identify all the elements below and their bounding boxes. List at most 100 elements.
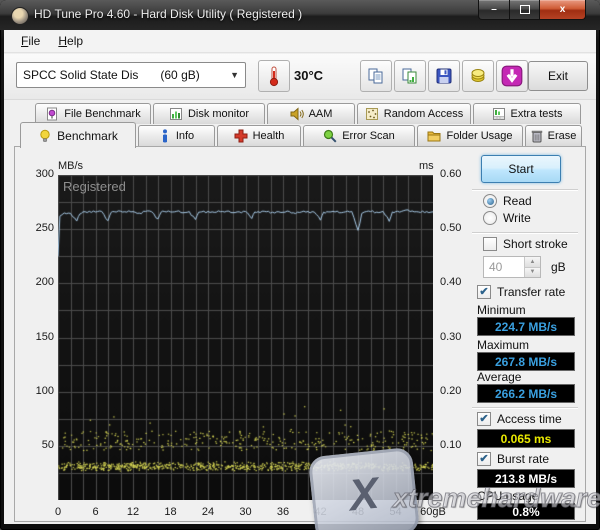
access-time-value: 0.065 ms [477, 429, 575, 448]
download-button[interactable] [496, 60, 528, 92]
benchmark-chart [58, 175, 433, 500]
download-icon [501, 65, 523, 87]
minimize-button[interactable]: – [478, 0, 510, 20]
y-right-tick: 0.50 [440, 222, 462, 235]
close-button[interactable]: x [540, 0, 586, 20]
registered-watermark: Registered [63, 179, 126, 194]
tab-label: AAM [308, 108, 333, 120]
menu-help[interactable]: Help [49, 31, 92, 51]
random-access-icon [365, 108, 378, 120]
tab-folder-usage[interactable]: Folder Usage [417, 125, 523, 146]
y-left-tick: 100 [35, 384, 54, 397]
read-radio[interactable]: Read [483, 194, 532, 208]
radio-icon [483, 194, 497, 208]
x-tick: 48 [351, 506, 365, 518]
folder-icon [427, 131, 441, 142]
x-tick: 42 [314, 506, 327, 518]
y-right-tick: 0.40 [440, 276, 462, 289]
burst-rate-value: 213.8 MB/s [477, 469, 575, 488]
tab-label: Error Scan [342, 130, 395, 142]
menu-bar: File Help [4, 30, 596, 53]
tab-label: Random Access [383, 108, 464, 120]
y-left-tick: 300 [35, 168, 54, 180]
tab-health[interactable]: Health [217, 125, 301, 146]
write-label: Write [503, 211, 531, 225]
copy-text-button[interactable] [360, 60, 392, 92]
y-left-tick: 200 [35, 276, 54, 289]
transfer-rate-label: Transfer rate [497, 285, 566, 299]
menu-file[interactable]: File [12, 31, 49, 51]
x-tick: 60gB [420, 506, 446, 518]
tab-label: Benchmark [57, 128, 118, 143]
spinner-up-button[interactable]: ▲ [525, 257, 540, 268]
write-radio[interactable]: Write [483, 211, 531, 225]
down-arrow-icon: ▼ [529, 269, 536, 276]
tab-extra-tests[interactable]: Extra tests [473, 103, 581, 124]
tab-label: File Benchmark [64, 108, 141, 120]
x-tick: 12 [126, 506, 140, 518]
average-label: Average [477, 370, 522, 384]
short-stroke-label: Short stroke [503, 237, 568, 251]
tab-disk-monitor[interactable]: Disk monitor [153, 103, 265, 124]
app-icon [11, 7, 29, 25]
maximize-icon [519, 5, 530, 14]
checkbox-icon: ✔ [477, 452, 491, 466]
copy-screenshot-icon [402, 68, 417, 84]
temperature-button[interactable] [258, 60, 290, 92]
tab-file-benchmark[interactable]: File Benchmark [35, 103, 151, 124]
x-tick: 24 [201, 506, 215, 518]
tab-error-scan[interactable]: Error Scan [303, 125, 415, 146]
tab-erase[interactable]: Erase [525, 125, 582, 146]
y-left-tick: 50 [41, 438, 54, 451]
tab-label: Extra tests [510, 108, 563, 120]
exit-label: Exit [547, 69, 568, 83]
copy-text-icon [368, 68, 383, 84]
x-tick: 54 [389, 506, 402, 518]
drive-select[interactable]: SPCC Solid State Dis (60 gB) ▼ [16, 62, 246, 88]
checkbox-icon [483, 237, 497, 251]
short-stroke-checkbox[interactable]: Short stroke [483, 237, 568, 251]
exit-button[interactable]: Exit [528, 61, 588, 91]
short-stroke-size-spinner[interactable]: 40 ▲ ▼ [483, 256, 541, 278]
y-right-tick: 0.60 [440, 168, 462, 180]
x-tick: 0 [54, 506, 62, 518]
y-right-tick: 0.10 [440, 438, 462, 451]
thermometer-icon [269, 66, 279, 87]
tab-info[interactable]: Info [138, 125, 215, 146]
save-screenshot-button[interactable] [428, 60, 460, 92]
disk-monitor-icon [169, 108, 182, 120]
capture-icon [471, 69, 485, 82]
minimize-icon: – [491, 4, 497, 15]
window-title: HD Tune Pro 4.60 - Hard Disk Utility ( R… [34, 7, 303, 21]
save-icon [436, 68, 452, 84]
speaker-icon [290, 107, 304, 121]
access-time-checkbox[interactable]: ✔ Access time [477, 412, 562, 426]
radio-icon [483, 211, 497, 225]
tab-benchmark[interactable]: Benchmark [20, 122, 136, 148]
minimum-value: 224.7 MB/s [477, 317, 575, 336]
cpu-usage-value: 0.8% [477, 503, 575, 520]
chevron-down-icon: ▼ [230, 70, 239, 80]
copy-screenshot-button[interactable] [394, 60, 426, 92]
checkbox-icon: ✔ [477, 412, 491, 426]
y-right-tick: 0.20 [440, 384, 462, 397]
start-button[interactable]: Start [481, 155, 561, 183]
y-right-axis-title: ms [419, 160, 434, 172]
burst-rate-checkbox[interactable]: ✔ Burst rate [477, 452, 549, 466]
trash-icon [531, 130, 542, 143]
info-icon [162, 129, 167, 143]
title-bar: HD Tune Pro 4.60 - Hard Disk Utility ( R… [0, 0, 600, 30]
maximize-button[interactable] [510, 0, 540, 20]
gb-unit-label: gB [551, 260, 566, 274]
tab-label: Health [252, 130, 285, 142]
x-tick: 6 [92, 506, 99, 518]
minimum-label: Minimum [477, 303, 526, 317]
spinner-down-button[interactable]: ▼ [525, 267, 540, 277]
transfer-rate-checkbox[interactable]: ✔ Transfer rate [477, 285, 565, 299]
tab-aam[interactable]: AAM [267, 103, 355, 124]
magnifier-icon [324, 129, 337, 143]
capture-button[interactable] [462, 60, 494, 92]
lightbulb-icon [40, 129, 50, 142]
maximum-label: Maximum [477, 338, 530, 352]
tab-random-access[interactable]: Random Access [357, 103, 471, 124]
